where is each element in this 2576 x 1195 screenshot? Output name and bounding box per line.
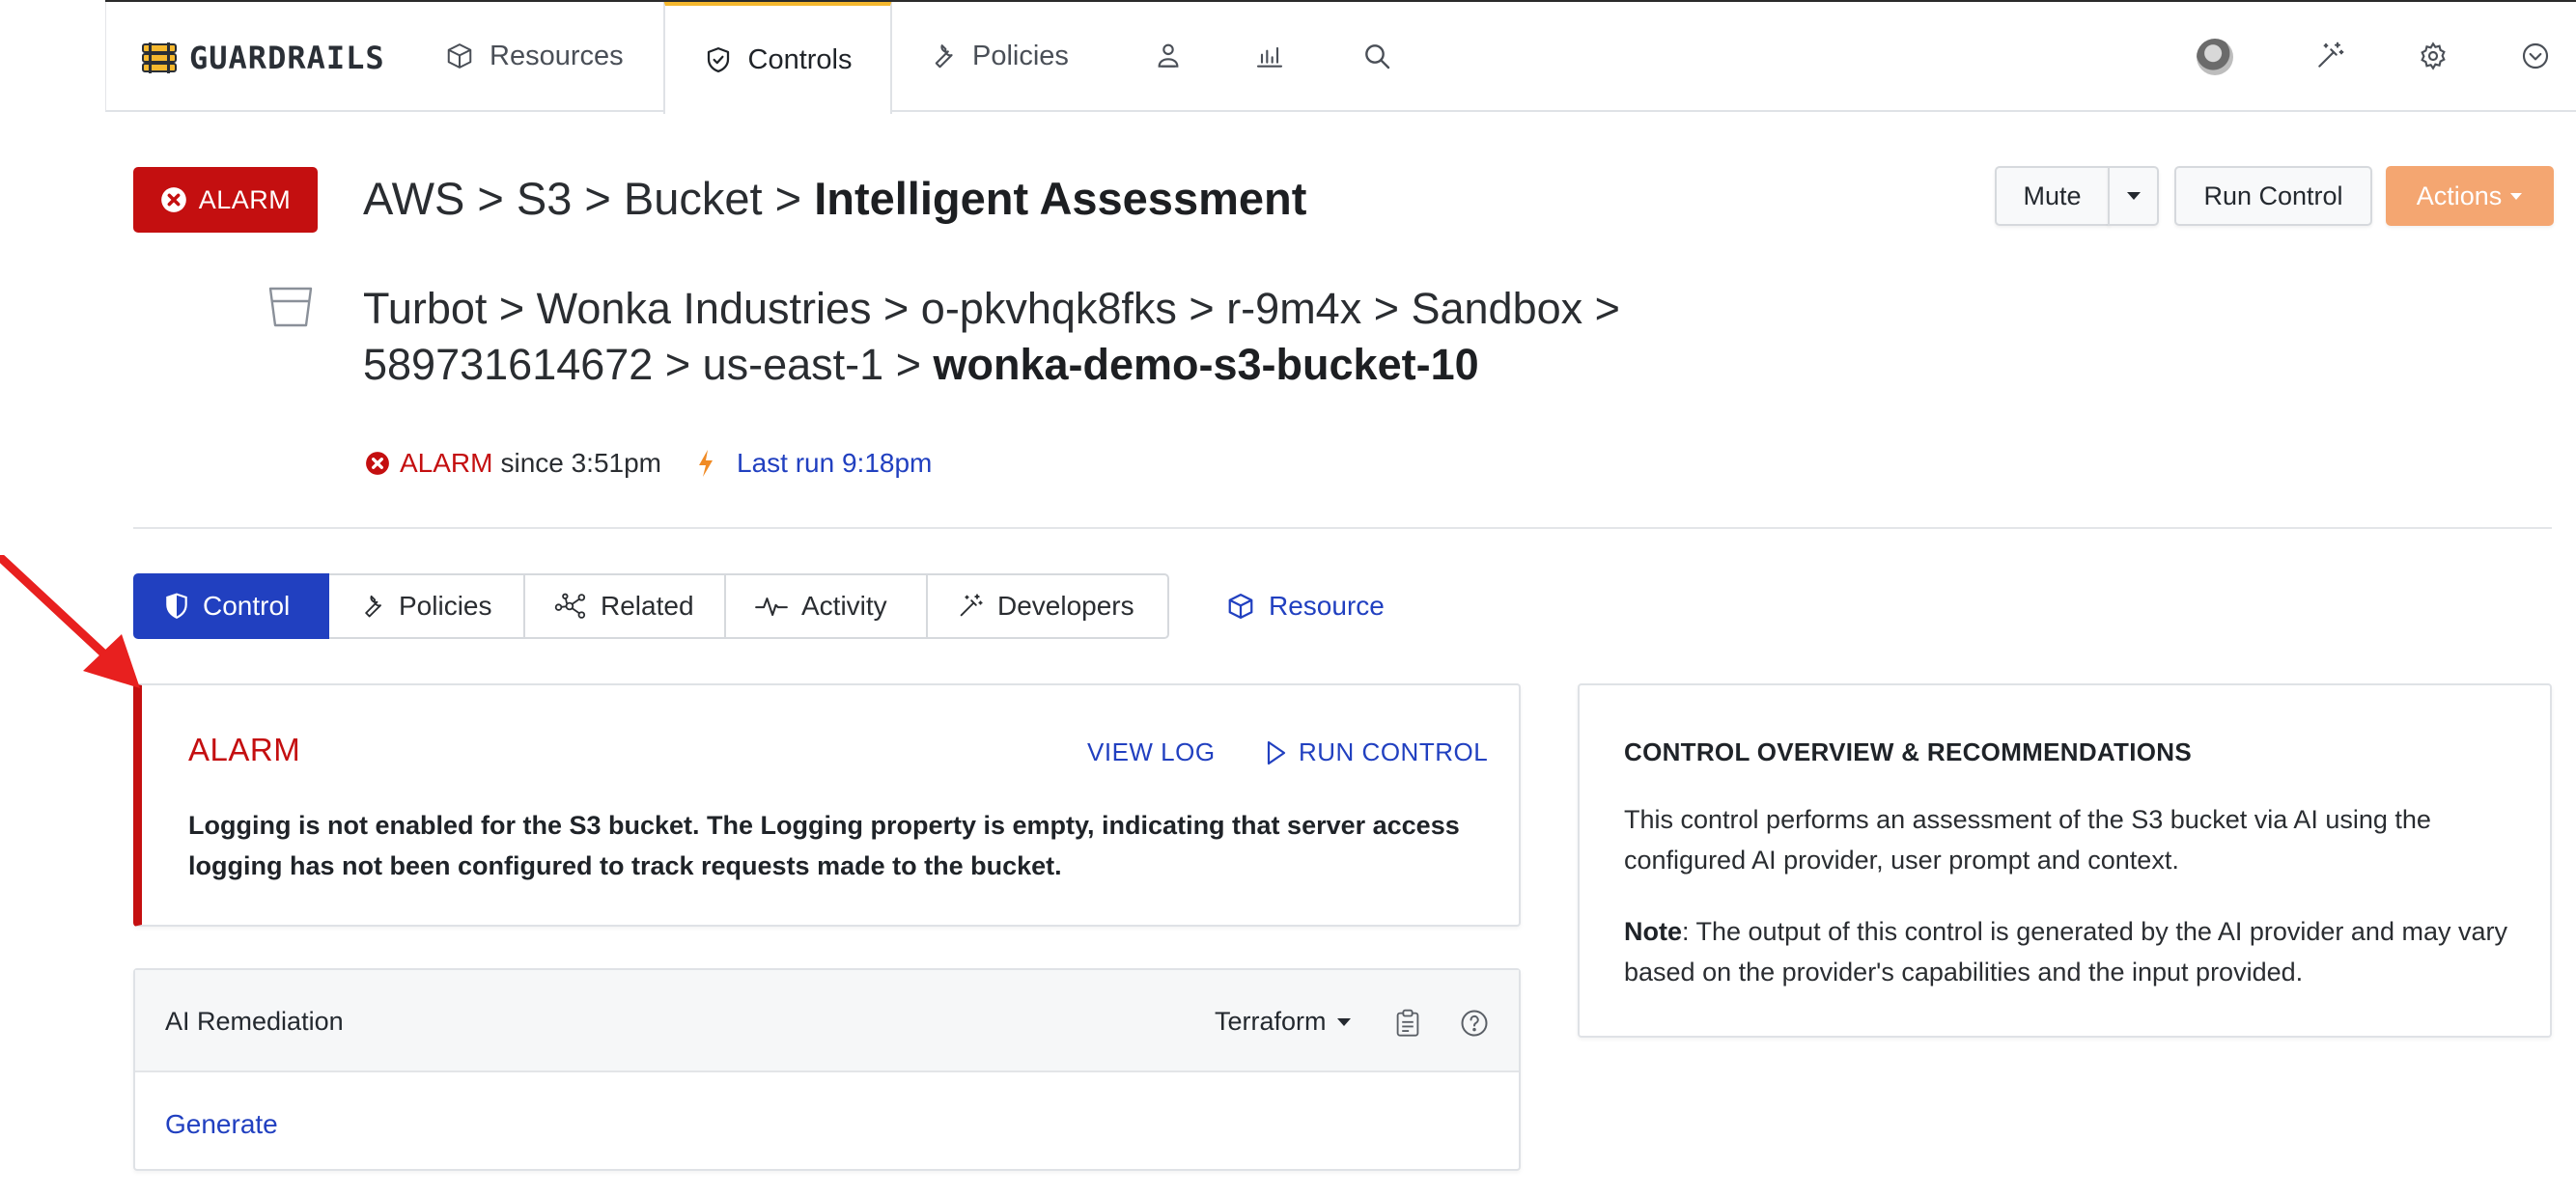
gear-icon[interactable] [2418,41,2449,71]
avatar[interactable] [2197,39,2233,75]
run-control-label: Run Control [2203,181,2343,210]
generate-link[interactable]: Generate [165,1109,278,1140]
nav-tab-label: Controls [747,43,853,75]
alarm-panel: ALARM VIEW LOG RUN CONTROL Logging is no… [133,683,1521,927]
top-border [105,0,2576,2]
person-icon[interactable] [1153,41,1184,71]
control-tabs: Control Policies Related Activity Develo… [133,573,1169,639]
resource-path-line1[interactable]: Turbot > Wonka Industries > o-pkvhqk8fks… [363,284,1620,334]
wrench-icon [365,595,381,618]
tab-label: Developers [997,591,1134,621]
caret-down-icon [2510,192,2523,200]
actions-button[interactable]: Actions [2386,166,2554,226]
breadcrumb-current: Intelligent Assessment [814,173,1307,224]
tab-label: Activity [801,591,887,621]
alarm-message: Logging is not enabled for the S3 bucket… [188,811,1460,880]
shield-half-icon [166,593,187,620]
mute-button-label: Mute [2023,181,2082,210]
last-run-link[interactable]: Last run 9:18pm [737,448,932,479]
tab-label: Control [203,591,291,621]
ai-remediation-panel: AI Remediation Terraform Generate [133,968,1521,1171]
tab-label: Policies [399,591,492,621]
format-select-value: Terraform [1215,1007,1327,1036]
resource-link-label: Resource [1269,591,1385,621]
chevron-down-circle-icon[interactable] [2520,41,2551,71]
tab-label: Related [601,591,694,621]
play-icon [1267,740,1286,764]
run-control-link[interactable]: RUN CONTROL [1266,737,1488,767]
magic-wand-icon [960,594,983,617]
tab-developers[interactable]: Developers [928,573,1169,639]
nav-tab-label: Policies [972,40,1069,71]
alarm-panel-title: ALARM [188,732,301,767]
page-title: AWS > S3 > Bucket > Intelligent Assessme… [363,172,1306,225]
bucket-icon [268,287,313,327]
status-row: ALARM since 3:51pm Last run 9:18pm [365,448,932,479]
pulse-icon [755,598,788,617]
status-since: since 3:51pm [500,448,662,478]
x-circle-icon [366,452,389,475]
alarm-badge-label: ALARM [198,184,292,214]
view-log-link[interactable]: VIEW LOG [1087,737,1216,767]
ai-remediation-header: AI Remediation Terraform [135,970,1519,1072]
brand-name: GUARDRAILS [189,40,385,76]
resource-path-line2: 589731614672 > us-east-1 > wonka-demo-s3… [363,340,1479,390]
overview-description: This control performs an assessment of t… [1624,805,2431,875]
nav-tab-resources[interactable]: Resources [445,0,624,112]
resource-link[interactable]: Resource [1226,573,1385,639]
format-select[interactable]: Terraform [1215,1007,1352,1037]
top-navigation: GUARDRAILS Resources Controls Policies [105,0,2576,114]
mute-button[interactable]: Mute [1995,166,2110,226]
guardrails-logo-icon [142,42,177,73]
resource-path-prefix[interactable]: 589731614672 > us-east-1 > [363,340,933,389]
ai-remediation-title: AI Remediation [165,1007,344,1036]
overview-note-label: Note [1624,917,1682,946]
cube-icon [1228,594,1253,619]
graph-nodes-icon [554,593,586,619]
caret-down-icon [1336,1017,1351,1026]
nav-tab-policies[interactable]: Policies [928,0,1069,112]
nav-tab-label: Resources [490,40,624,71]
tab-activity[interactable]: Activity [726,573,928,639]
alarm-badge: ALARM [133,167,318,233]
bar-chart-icon[interactable] [1254,41,1285,71]
tab-related[interactable]: Related [525,573,726,639]
actions-label: Actions [2416,181,2503,210]
header-divider [133,527,2552,529]
clipboard-icon[interactable] [1395,1009,1420,1038]
mute-dropdown-toggle[interactable] [2108,166,2159,226]
brand-logo[interactable]: GUARDRAILS [141,37,385,79]
cube-icon [447,43,472,69]
help-circle-icon[interactable] [1460,1009,1489,1038]
run-control-link-label: RUN CONTROL [1299,737,1489,766]
nav-tab-controls[interactable]: Controls [663,0,892,114]
overview-note-text: : The output of this control is generate… [1624,917,2507,987]
status-state: ALARM [400,448,493,478]
caret-down-icon [2126,192,2141,200]
run-control-button[interactable]: Run Control [2174,166,2372,226]
control-overview-panel: CONTROL OVERVIEW & RECOMMENDATIONS This … [1578,683,2552,1038]
x-circle-icon [160,187,186,212]
shield-icon [707,47,729,72]
overview-title: CONTROL OVERVIEW & RECOMMENDATIONS [1624,737,2193,766]
lightning-icon [699,450,714,477]
overview-note: Note: The output of this control is gene… [1624,911,2522,992]
resource-name: wonka-demo-s3-bucket-10 [933,340,1479,389]
tab-policies[interactable]: Policies [329,573,525,639]
search-icon[interactable] [1361,41,1392,71]
breadcrumb[interactable]: AWS > S3 > Bucket > [363,173,814,224]
annotation-arrow [0,555,140,688]
magic-wand-icon[interactable] [2314,41,2345,71]
tab-control[interactable]: Control [133,573,329,639]
wrench-icon [935,44,953,69]
